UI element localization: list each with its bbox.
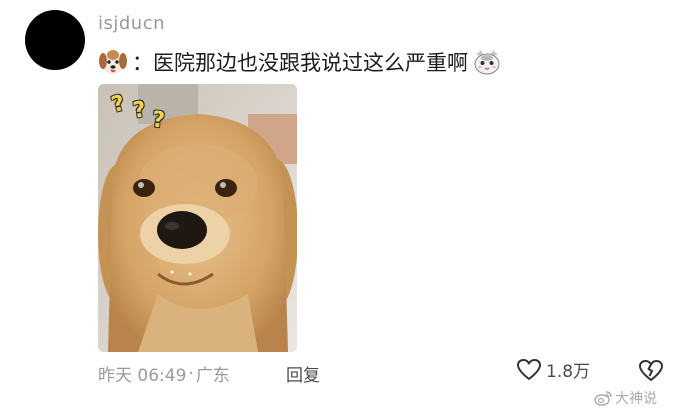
username[interactable]: isjducn (98, 13, 165, 34)
question-marks: ? ? ? (98, 84, 297, 352)
cat-face-emoji-icon (472, 47, 502, 77)
watermark: 大神说 (594, 388, 657, 408)
question-mark: ? (150, 107, 166, 134)
broken-heart-icon (639, 360, 663, 381)
comment-text: ：医院那边也没跟我说过这么严重啊 (132, 51, 468, 75)
watermark-text: 大神说 (615, 391, 657, 407)
like-count: 1.8万 (546, 362, 591, 382)
heart-icon (517, 358, 541, 380)
dog-face-emoji-icon (98, 47, 128, 77)
comment-body: ：医院那边也没跟我说过这么严重啊 (98, 46, 502, 78)
dislike-button[interactable] (638, 359, 664, 387)
comment-location: 广东 (195, 366, 230, 386)
avatar[interactable] (25, 10, 85, 70)
question-mark: ? (108, 90, 128, 119)
like-button[interactable]: 1.8万 (516, 357, 590, 382)
comment-meta: 昨天 06:49 · 广东 (98, 361, 230, 387)
meta-separator: · (188, 363, 194, 384)
comment-image[interactable]: ? ? ? (98, 84, 297, 352)
weibo-icon (594, 391, 612, 406)
question-mark: ? (131, 97, 148, 124)
reply-button[interactable]: 回复 (286, 361, 320, 386)
comment-time: 昨天 06:49 (98, 366, 187, 386)
